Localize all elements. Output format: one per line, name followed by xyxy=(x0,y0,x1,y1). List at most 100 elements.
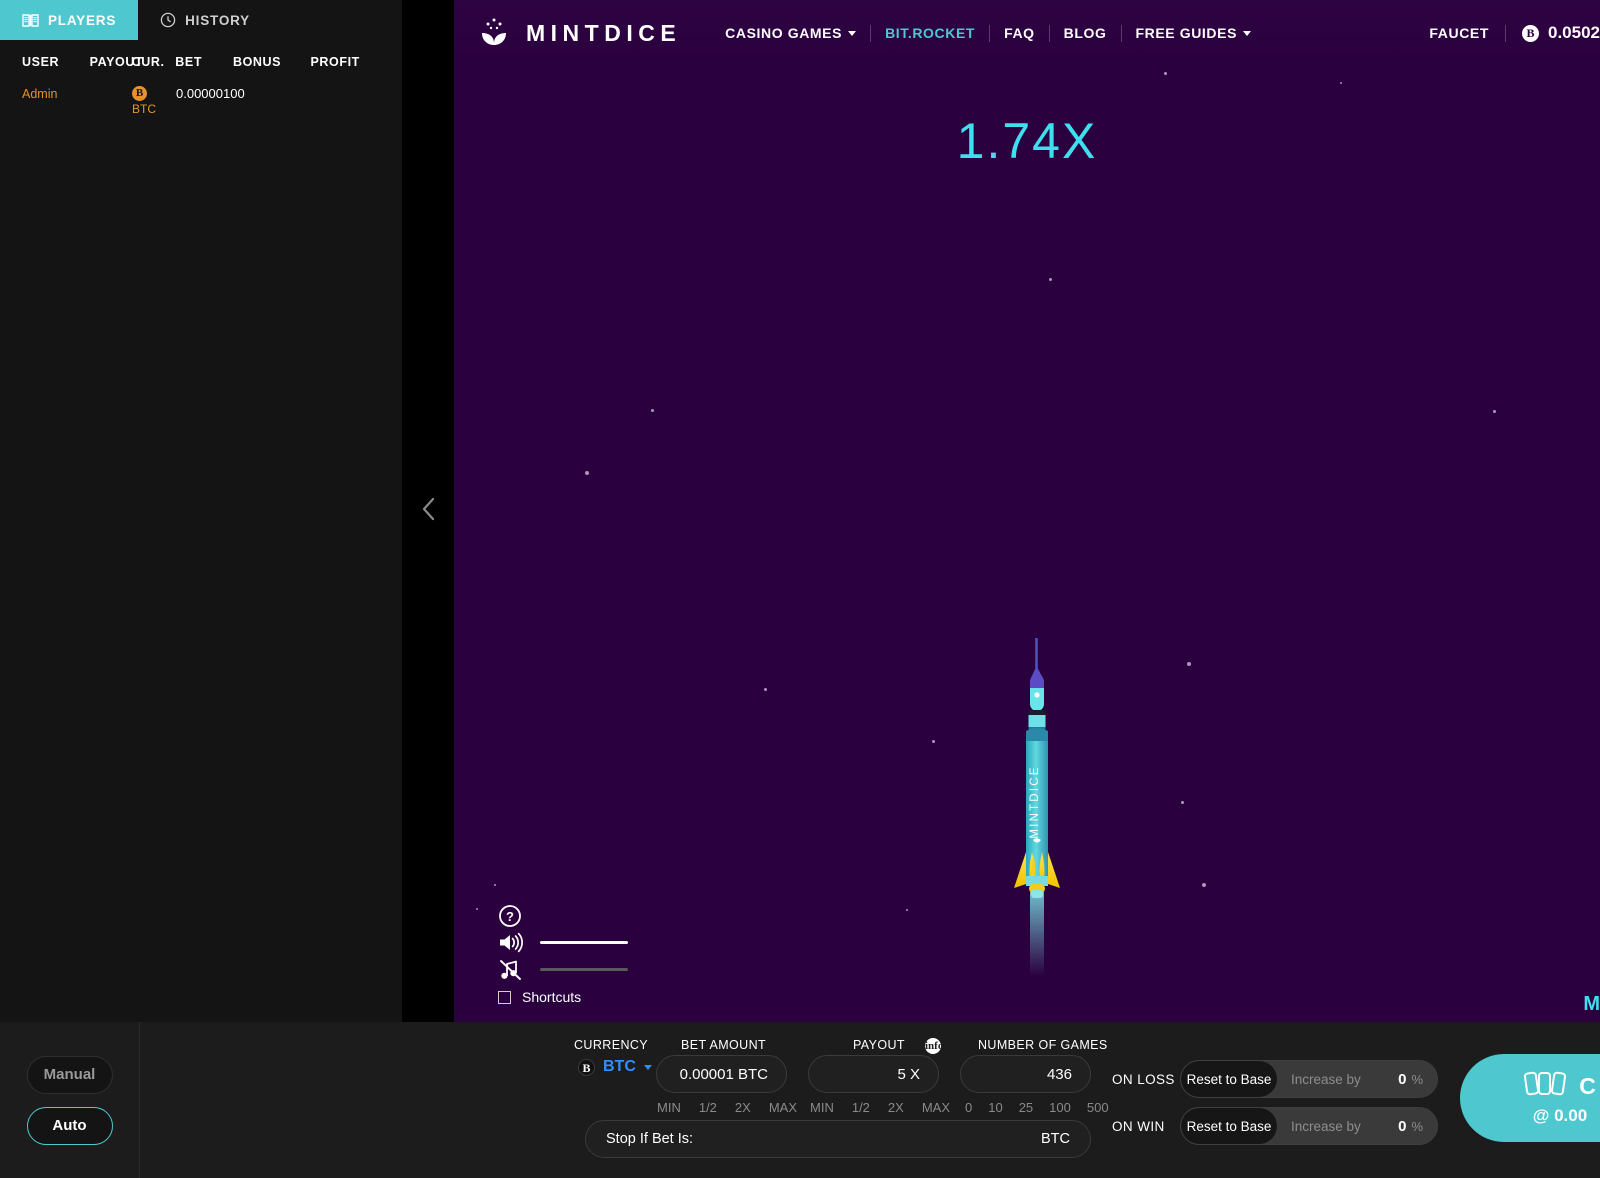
sidebar-tab-history-label: HISTORY xyxy=(185,12,250,28)
on-loss-reset-button[interactable]: Reset to Base xyxy=(1181,1061,1277,1097)
games-0-button[interactable]: 0 xyxy=(965,1100,972,1115)
cashout-button[interactable]: C @ 0.00 xyxy=(1460,1054,1600,1142)
faucet-button[interactable]: FAUCET xyxy=(1413,25,1505,41)
nav-links: CASINO GAMES BIT.ROCKET FAQ BLOG FREE GU… xyxy=(711,24,1266,42)
sound-row xyxy=(498,929,628,956)
nav-item-free-guides-label: FREE GUIDES xyxy=(1135,25,1238,41)
sidebar-tab-players-label: PLAYERS xyxy=(48,12,117,28)
sidebar-tab-players[interactable]: PLAYERS xyxy=(0,0,139,40)
nav-item-casino-games[interactable]: CASINO GAMES xyxy=(711,25,870,41)
nav-item-faq[interactable]: FAQ xyxy=(990,25,1049,41)
column-user: USER xyxy=(22,55,60,69)
music-row xyxy=(498,956,628,983)
chevron-down-icon xyxy=(643,1064,652,1070)
payout-input[interactable]: 5 X xyxy=(808,1055,939,1093)
payout-double-button[interactable]: 2X xyxy=(888,1100,904,1115)
cashout-main-row: C xyxy=(1524,1070,1596,1102)
brand-logo[interactable]: MINTDICE xyxy=(476,15,681,52)
games-25-button[interactable]: 25 xyxy=(1019,1100,1033,1115)
info-icon[interactable]: info-icon xyxy=(925,1038,947,1068)
btc-coin-icon: B xyxy=(132,86,147,101)
currency-selector[interactable]: B BTC xyxy=(578,1058,652,1076)
bottom-control-panel: Manual Auto CURRENCY B BTC BET AMOUNT 0.… xyxy=(0,1022,1600,1178)
payout-quick-buttons: MIN 1/2 2X MAX xyxy=(810,1100,950,1115)
mintdice-logo-icon xyxy=(476,15,512,52)
nav-item-blog-label: BLOG xyxy=(1063,25,1107,41)
stop-if-bet-input[interactable]: Stop If Bet Is: BTC xyxy=(585,1120,1091,1158)
multiplier-display: 1.74X xyxy=(956,113,1098,169)
nav-item-bit-rocket[interactable]: BIT.ROCKET xyxy=(871,25,989,41)
games-100-button[interactable]: 100 xyxy=(1049,1100,1071,1115)
sidebar-tabs: PLAYERS HISTORY xyxy=(0,0,402,40)
cards-icon xyxy=(1524,1070,1570,1102)
game-overlay-controls: ? Shortcuts xyxy=(498,902,628,1008)
column-profit: PROFIT xyxy=(310,55,360,69)
on-win-percent-sign: % xyxy=(1411,1118,1423,1134)
row-currency: B BTC xyxy=(132,84,176,116)
column-bonus: BONUS xyxy=(232,55,282,69)
manual-mode-button[interactable]: Manual xyxy=(26,1055,113,1094)
currency-code: BTC xyxy=(603,1058,636,1075)
games-10-button[interactable]: 10 xyxy=(988,1100,1002,1115)
on-win-reset-button[interactable]: Reset to Base xyxy=(1181,1108,1277,1144)
nav-item-free-guides[interactable]: FREE GUIDES xyxy=(1122,25,1266,41)
svg-text:?: ? xyxy=(506,909,514,924)
music-muted-icon[interactable] xyxy=(498,959,524,981)
shortcuts-checkbox[interactable] xyxy=(498,990,511,1004)
bet-max-button[interactable]: MAX xyxy=(769,1100,797,1115)
game-canvas[interactable]: 1.74X MINTDICE ? Shortcuts M xyxy=(454,0,1600,1022)
nav-item-blog[interactable]: BLOG xyxy=(1050,25,1121,41)
nav-item-casino-games-label: CASINO GAMES xyxy=(725,25,843,41)
number-of-games-label: NUMBER OF GAMES xyxy=(978,1038,1108,1052)
players-table: USER PAYOUT CUR. BET BONUS PROFIT Admin … xyxy=(0,40,402,120)
payout-half-button[interactable]: 1/2 xyxy=(852,1100,870,1115)
table-row[interactable]: Admin B BTC 0.00000100 xyxy=(22,84,380,120)
stop-if-bet-label: Stop If Bet Is: xyxy=(606,1131,694,1147)
shortcuts-toggle[interactable]: Shortcuts xyxy=(498,986,628,1008)
help-row: ? xyxy=(498,902,628,929)
cashout-label: C xyxy=(1579,1072,1596,1099)
bet-amount-input[interactable]: 0.00001 BTC xyxy=(656,1055,787,1093)
on-win-increase-value[interactable]: 0 xyxy=(1398,1118,1411,1135)
row-bet: 0.00000100 xyxy=(176,86,245,101)
row-user: Admin xyxy=(22,87,58,101)
on-loss-increase-label: Increase by xyxy=(1291,1071,1361,1087)
sidebar-tab-history[interactable]: HISTORY xyxy=(138,0,272,40)
bet-double-button[interactable]: 2X xyxy=(735,1100,751,1115)
number-of-games-quick-buttons: 0 10 25 100 500 xyxy=(965,1100,1109,1115)
nav-item-faq-label: FAQ xyxy=(1004,25,1035,41)
games-500-button[interactable]: 500 xyxy=(1087,1100,1109,1115)
shortcuts-label: Shortcuts xyxy=(522,989,582,1005)
speaker-on-icon[interactable] xyxy=(498,932,524,953)
balance-value: 0.0502 xyxy=(1548,23,1600,42)
on-win-increase-label: Increase by xyxy=(1291,1118,1361,1134)
brand-name: MINTDICE xyxy=(526,19,682,46)
on-loss-increase-value[interactable]: 0 xyxy=(1398,1071,1411,1088)
bet-amount-quick-buttons: MIN 1/2 2X MAX xyxy=(657,1100,797,1115)
on-win-control: Reset to Base Increase by 0 % xyxy=(1180,1107,1438,1145)
auto-mode-button[interactable]: Auto xyxy=(26,1106,113,1145)
cashout-sublabel: @ 0.00 xyxy=(1532,1106,1588,1125)
bottom-right-marker: M xyxy=(1583,993,1600,1015)
players-table-header: USER PAYOUT CUR. BET BONUS PROFIT xyxy=(22,40,380,84)
bitcoin-icon: B xyxy=(578,1058,595,1076)
sidebar-collapse-button[interactable] xyxy=(402,0,454,1022)
rocket: MINTDICE xyxy=(1006,636,1076,981)
bet-min-button[interactable]: MIN xyxy=(657,1100,681,1115)
question-mark-icon[interactable]: ? xyxy=(498,904,524,928)
on-win-row: ON WIN Reset to Base Increase by 0 % xyxy=(1112,1107,1438,1145)
payout-max-button[interactable]: MAX xyxy=(922,1100,950,1115)
volume-slider[interactable] xyxy=(540,941,628,944)
balance-display[interactable]: B 0.0502 xyxy=(1506,23,1600,43)
number-of-games-input[interactable]: 436 xyxy=(960,1055,1091,1093)
payout-min-button[interactable]: MIN xyxy=(810,1100,834,1115)
bet-half-button[interactable]: 1/2 xyxy=(699,1100,717,1115)
on-loss-percent-sign: % xyxy=(1411,1071,1423,1087)
column-cur: CUR. xyxy=(131,55,165,69)
clock-icon xyxy=(160,12,176,28)
on-loss-row: ON LOSS Reset to Base Increase by 0 % xyxy=(1112,1060,1438,1098)
chevron-down-icon xyxy=(848,30,857,36)
controls-area: CURRENCY B BTC BET AMOUNT 0.00001 BTC MI… xyxy=(140,1022,1600,1178)
svg-text:MINTDICE: MINTDICE xyxy=(1029,765,1041,838)
music-slider[interactable] xyxy=(540,968,628,971)
